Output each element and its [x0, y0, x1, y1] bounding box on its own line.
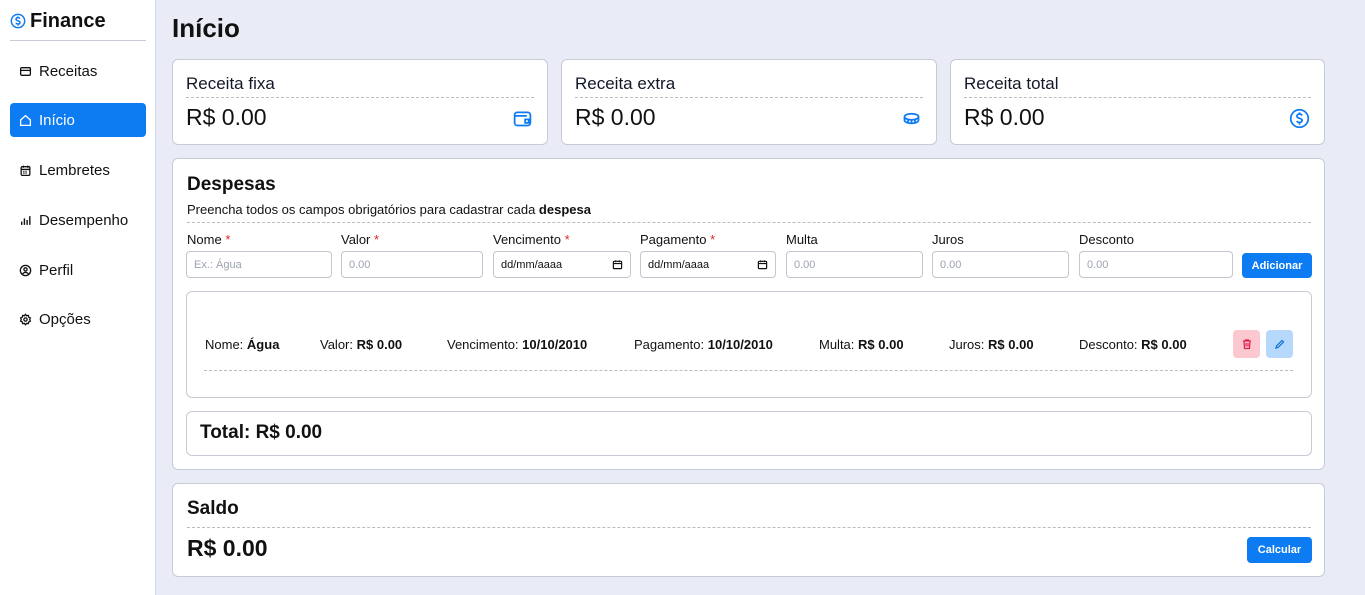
- name-input[interactable]: Ex.: Água: [186, 251, 332, 278]
- fine-label: Multa: [786, 232, 818, 247]
- stat-label: Receita extra: [575, 74, 923, 98]
- sidebar-item-opcoes[interactable]: Opções: [10, 302, 146, 336]
- sidebar-item-label: Receitas: [39, 62, 98, 80]
- calendar-icon: [20, 165, 31, 176]
- home-icon: [19, 114, 32, 126]
- discount-input[interactable]: 0.00: [1079, 251, 1233, 278]
- due-label: Vencimento *: [493, 232, 570, 247]
- due-date-input[interactable]: dd/mm/aaaa: [493, 251, 631, 278]
- due-date-placeholder: dd/mm/aaaa: [501, 258, 563, 271]
- sidebar: Finance Receitas Início Lembretes Desemp…: [0, 0, 156, 595]
- brand: Finance: [10, 10, 146, 41]
- value-label: Valor *: [341, 232, 380, 247]
- value-input[interactable]: 0.00: [341, 251, 483, 278]
- delete-expense-button[interactable]: [1233, 330, 1260, 358]
- balance-card: [172, 483, 1325, 577]
- stat-label: Receita total: [964, 74, 1311, 98]
- dollar-circle-icon: [10, 13, 26, 29]
- trash-icon: [1242, 339, 1251, 350]
- sidebar-item-receitas[interactable]: Receitas: [10, 54, 146, 88]
- sidebar-item-perfil[interactable]: Perfil: [10, 253, 146, 287]
- calendar-icon[interactable]: [612, 259, 623, 270]
- name-label: Nome *: [187, 232, 231, 247]
- expense-total: Total: R$ 0.00: [200, 422, 323, 443]
- interest-input[interactable]: 0.00: [932, 251, 1069, 278]
- divider: [187, 222, 1311, 223]
- stat-label: Receita fixa: [186, 74, 534, 98]
- edit-expense-button[interactable]: [1266, 330, 1293, 358]
- sidebar-item-lembretes[interactable]: Lembretes: [10, 153, 146, 187]
- dollar-circle-icon: [1289, 108, 1310, 129]
- receipt-icon: [19, 66, 32, 76]
- fine-input[interactable]: 0.00: [786, 251, 923, 278]
- calculate-button[interactable]: Calcular: [1247, 537, 1312, 563]
- payment-date-input[interactable]: dd/mm/aaaa: [640, 251, 776, 278]
- page-title: Início: [172, 13, 240, 43]
- expense-interest: Juros: R$ 0.00: [949, 337, 1034, 352]
- sidebar-item-desempenho[interactable]: Desempenho: [10, 203, 146, 237]
- expense-name: Nome: Água: [205, 337, 280, 352]
- coins-icon: [903, 112, 920, 125]
- stat-value: R$ 0.00: [964, 104, 1045, 130]
- interest-label: Juros: [932, 232, 964, 247]
- stat-value: R$ 0.00: [186, 104, 267, 130]
- expense-fine: Multa: R$ 0.00: [819, 337, 904, 352]
- expense-payment: Pagamento: 10/10/2010: [634, 337, 773, 352]
- stat-card-receita-total: Receita total R$ 0.00: [950, 59, 1325, 145]
- expense-due: Vencimento: 10/10/2010: [447, 337, 588, 352]
- discount-label: Desconto: [1079, 232, 1134, 247]
- divider: [187, 527, 1311, 528]
- sidebar-item-label: Opções: [39, 310, 91, 328]
- pencil-icon: [1274, 339, 1284, 349]
- expense-value: Valor: R$ 0.00: [320, 337, 403, 352]
- expense-total-box: [186, 411, 1312, 456]
- wallet-icon: [513, 111, 532, 127]
- balance-value: R$ 0.00: [187, 535, 268, 561]
- user-circle-icon: [19, 264, 32, 276]
- bar-chart-icon: [21, 215, 31, 225]
- sidebar-item-inicio[interactable]: Início: [10, 103, 146, 137]
- stat-value: R$ 0.00: [575, 104, 656, 130]
- app-name: Finance: [30, 10, 106, 32]
- payment-date-placeholder: dd/mm/aaaa: [648, 258, 710, 271]
- expenses-description: Preencha todos os campos obrigatórios pa…: [187, 202, 591, 217]
- sidebar-item-label: Perfil: [39, 261, 74, 279]
- add-expense-button[interactable]: Adicionar: [1242, 253, 1312, 278]
- calendar-icon[interactable]: [757, 259, 768, 270]
- expense-discount: Desconto: R$ 0.00: [1079, 337, 1187, 352]
- sidebar-item-label: Início: [39, 111, 75, 129]
- sidebar-item-label: Lembretes: [39, 161, 110, 179]
- payment-label: Pagamento *: [640, 232, 716, 247]
- gear-icon: [19, 312, 32, 326]
- sidebar-item-label: Desempenho: [39, 211, 129, 229]
- expenses-title: Despesas: [187, 174, 276, 195]
- stat-card-receita-extra: Receita extra R$ 0.00: [561, 59, 937, 145]
- divider: [204, 370, 1293, 371]
- stat-card-receita-fixa: Receita fixa R$ 0.00: [172, 59, 548, 145]
- balance-title: Saldo: [187, 498, 239, 519]
